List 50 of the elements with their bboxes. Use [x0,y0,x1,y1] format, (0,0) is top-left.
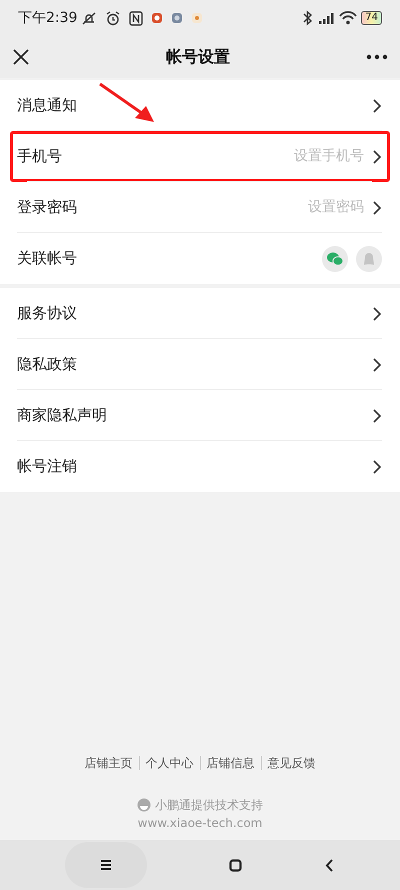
page-title: 帐号设置 [166,46,230,68]
annotation-arrow [99,82,154,122]
row-label: 消息通知 [17,95,77,116]
battery-level: 74 [361,11,382,25]
app-icon [151,12,164,24]
website-url: www.xiaoe-tech.com [138,815,262,832]
settings-row[interactable]: 手机号 设置手机号 [10,131,390,182]
row-value: 设置手机号 [294,147,364,166]
row-label: 服务协议 [17,303,77,324]
chevron-right-icon [372,306,382,322]
home-icon[interactable] [229,858,242,872]
settings-row[interactable]: 隐私政策 [0,339,400,390]
row-label: 帐号注销 [17,456,77,478]
close-icon[interactable] [12,48,30,66]
row-value: 设置密码 [308,198,364,217]
row-label: 隐私政策 [17,354,77,376]
row-label: 手机号 [17,146,62,168]
app-icon [191,12,204,24]
settings-row[interactable]: 登录密码 设置密码 [0,182,400,233]
footer-link[interactable]: 个人中心 [140,754,200,772]
row-label: 商家隐私声明 [17,405,107,426]
wechat-icon[interactable] [322,246,348,272]
signal-icon [318,11,336,25]
chevron-right-icon [372,458,382,474]
settings-row[interactable]: 关联帐号 [0,233,400,284]
app-icon [171,12,184,24]
bluetooth-icon [301,10,314,26]
back-icon[interactable] [324,858,335,872]
nfc-icon [129,10,144,26]
chevron-right-icon [372,148,382,164]
brand-logo-icon [137,798,151,812]
chevron-right-icon [372,200,382,216]
chevron-right-icon [372,408,382,424]
chevron-right-icon [372,98,382,114]
status-time: 下午2:39 [18,8,78,28]
footer-link[interactable]: 意见反馈 [262,754,322,772]
mute-bell-icon [81,10,98,26]
footer-link[interactable]: 店铺信息 [200,754,260,772]
more-icon[interactable] [366,54,388,60]
wifi-icon [339,11,358,25]
settings-row[interactable]: 帐号注销 [0,441,400,492]
alarm-icon [105,10,122,26]
powered-by-text: 小鹏通提供技术支持 [155,797,263,814]
row-label: 登录密码 [17,197,77,218]
row-label: 关联帐号 [17,248,77,270]
settings-row[interactable]: 服务协议 [0,288,400,339]
footer-link[interactable]: 店铺主页 [78,754,138,772]
settings-row[interactable]: 商家隐私声明 [0,390,400,441]
menu-icon [100,859,112,871]
chevron-right-icon [372,356,382,372]
